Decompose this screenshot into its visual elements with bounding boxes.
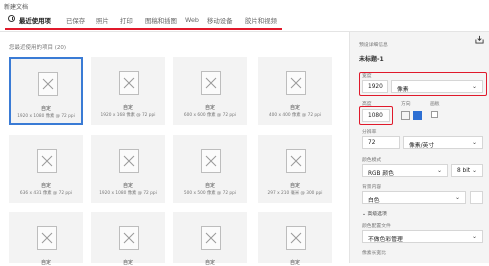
preset-card[interactable]: 自定 297 x 210 毫米 @ 300 ppi: [258, 135, 332, 203]
preset-spec: 400 x 400 像素 @ 72 ppi: [268, 113, 322, 118]
advanced-options-label: 高级选项: [367, 212, 387, 217]
preset-card[interactable]: 自定: [173, 212, 247, 266]
preset-name: 自定: [289, 183, 300, 189]
resolution-label: 分辨率: [362, 130, 377, 135]
details-header: 预设详细信息: [359, 43, 388, 48]
preset-spec: 1920 x 1080 像素 @ 72 ppi: [17, 114, 75, 119]
chevron-down-icon: ⌄: [436, 167, 442, 174]
preset-card[interactable]: 自定: [258, 212, 332, 266]
window-title-bar: 新建文档: [0, 0, 489, 11]
tab-saved[interactable]: 已保存: [66, 16, 85, 25]
preset-card[interactable]: 自定 500 x 500 像素 @ 72 ppi: [173, 135, 247, 203]
preset-spec: 297 x 210 毫米 @ 300 ppi: [267, 191, 323, 196]
chevron-down-icon: ⌄: [471, 233, 477, 240]
document-icon: [119, 226, 139, 250]
resolution-input[interactable]: 72: [362, 136, 400, 149]
color-mode-label: 颜色模式: [362, 158, 382, 163]
color-profile-value: 不做色彩管理: [368, 237, 403, 243]
preset-name: 自定: [289, 105, 300, 111]
document-icon: [286, 149, 306, 173]
tab-print[interactable]: 打印: [120, 16, 133, 25]
preset-details-panel: 预设详细信息 未标题-1 宽度 1920 像素 ⌄ 高度 方向 画板 1080 分…: [349, 32, 489, 263]
tab-photo[interactable]: 照片: [96, 16, 109, 25]
preset-spec: 500 x 500 像素 @ 72 ppi: [183, 191, 237, 196]
document-icon: [201, 71, 221, 95]
tab-film-video[interactable]: 胶片和视频: [245, 16, 277, 25]
document-icon: [201, 226, 221, 250]
document-icon: [119, 71, 139, 95]
annotation-box-width: [359, 72, 487, 96]
landscape-orientation-button[interactable]: [413, 111, 422, 120]
recent-items-panel: 您最近使用的项目 (20) 自定 1920 x 1080 像素 @ 72 ppi…: [0, 32, 349, 266]
save-preset-icon[interactable]: [475, 35, 484, 44]
portrait-orientation-button[interactable]: [401, 111, 410, 120]
preset-card[interactable]: 自定 636 x 431 像素 @ 72 ppi: [9, 135, 83, 203]
document-icon: [286, 71, 306, 95]
document-icon: [119, 149, 139, 173]
background-label: 背景内容: [362, 185, 382, 190]
background-value: 白色: [368, 198, 380, 204]
tab-web[interactable]: Web: [185, 16, 199, 24]
bit-depth-select[interactable]: 8 bit ⌄: [451, 164, 483, 177]
color-mode-value: RGB 颜色: [368, 171, 394, 177]
preset-name: 自定: [204, 105, 215, 111]
preset-name: 自定: [40, 183, 51, 189]
preset-card[interactable]: 自定: [9, 212, 83, 266]
bit-depth-value: 8 bit: [457, 168, 471, 174]
resolution-value: 72: [368, 140, 376, 146]
preset-spec: 636 x 431 像素 @ 72 ppi: [19, 191, 73, 196]
section-title: 您最近使用的项目 (20): [9, 45, 67, 51]
preset-card[interactable]: 自定: [91, 212, 165, 266]
preset-name: 自定: [122, 183, 133, 189]
artboard-label: 画板: [430, 102, 440, 107]
annotation-underline: [5, 28, 282, 30]
preset-card[interactable]: 自定 600 x 600 像素 @ 72 ppi: [173, 57, 247, 125]
preset-name: 自定: [122, 105, 133, 111]
document-icon: [37, 149, 57, 173]
preset-card[interactable]: 自定 1920 x 1080 像素 @ 72 ppi: [91, 135, 165, 203]
preset-name: 自定: [40, 106, 51, 112]
resolution-unit-select[interactable]: 像素/英寸 ⌄: [403, 136, 483, 149]
annotation-box-height: [359, 106, 393, 125]
tab-mobile[interactable]: 移动设备: [207, 16, 233, 25]
document-name[interactable]: 未标题-1: [359, 54, 384, 63]
document-icon: [38, 72, 58, 96]
preset-card[interactable]: 自定 1920 x 168 像素 @ 72 ppi: [91, 57, 165, 125]
pixel-aspect-label: 像素长宽比: [362, 251, 386, 256]
preset-spec: 600 x 600 像素 @ 72 ppi: [183, 113, 237, 118]
background-select[interactable]: 白色 ⌄: [362, 191, 466, 204]
chevron-down-icon: ⌄: [471, 139, 477, 146]
window-title: 新建文档: [4, 4, 29, 11]
color-profile-select[interactable]: 不做色彩管理 ⌄: [362, 230, 483, 243]
document-icon: [37, 226, 57, 250]
document-icon: [201, 149, 221, 173]
category-tabs: 最近使用项 已保存 照片 打印 图稿和插图 Web 移动设备 胶片和视频: [0, 11, 489, 32]
tab-recent[interactable]: 最近使用项: [19, 16, 51, 25]
chevron-down-icon: ⌄: [454, 194, 460, 201]
preset-spec: 1920 x 168 像素 @ 72 ppi: [100, 113, 156, 118]
clock-icon: [8, 15, 15, 22]
orientation-label: 方向: [401, 102, 411, 107]
advanced-options-toggle[interactable]: ⌄ 高级选项: [362, 210, 387, 217]
color-profile-label: 颜色配置文件: [362, 224, 391, 229]
background-color-swatch[interactable]: [470, 191, 483, 204]
artboard-checkbox[interactable]: [431, 111, 438, 118]
chevron-down-icon: ⌄: [471, 167, 477, 174]
preset-card[interactable]: 自定 1920 x 1080 像素 @ 72 ppi: [9, 57, 83, 125]
color-mode-select[interactable]: RGB 颜色 ⌄: [362, 164, 448, 177]
tab-art-illustration[interactable]: 图稿和插图: [145, 16, 177, 25]
resolution-unit-value: 像素/英寸: [409, 143, 435, 149]
preset-spec: 1920 x 1080 像素 @ 72 ppi: [99, 191, 157, 196]
preset-name: 自定: [204, 183, 215, 189]
document-icon: [286, 226, 306, 250]
preset-card[interactable]: 自定 400 x 400 像素 @ 72 ppi: [258, 57, 332, 125]
